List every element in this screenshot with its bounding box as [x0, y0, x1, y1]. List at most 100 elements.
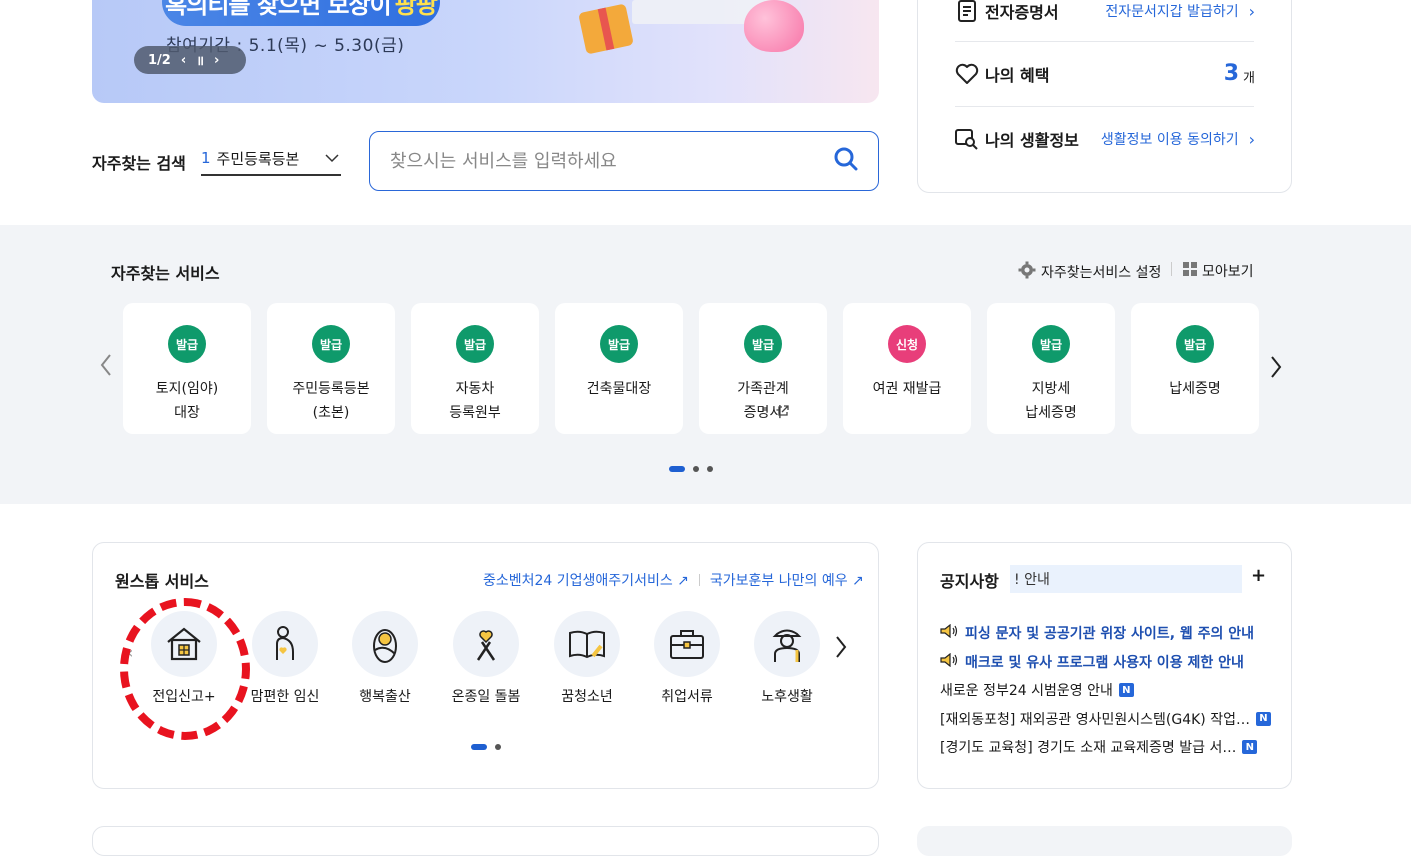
benefit-title: 나의 혜택 — [985, 65, 1050, 85]
onestop-label: 행복출산 — [359, 689, 411, 705]
section-title: 공지사항 — [940, 572, 999, 591]
service-name: 납세증명 — [1169, 381, 1221, 397]
service-name: 지방세 납세증명 — [1025, 381, 1077, 421]
carousel-pagination — [669, 466, 713, 472]
section-title: 원스톱 서비스 — [115, 572, 209, 591]
chevron-down-icon — [325, 149, 339, 167]
service-card[interactable]: 발급 납세증명 — [1131, 303, 1259, 434]
benefit-count[interactable]: 3 — [1224, 61, 1239, 86]
more-plus-icon[interactable]: + — [1251, 565, 1266, 586]
page-dot[interactable] — [495, 744, 501, 750]
banner-controls: 1/2 ‹ ॥ › — [134, 46, 246, 74]
issue-badge: 발급 — [744, 325, 782, 363]
freq-term: 주민등록등본 — [216, 149, 300, 168]
issue-badge: 발급 — [168, 325, 206, 363]
prev-arrow-icon[interactable] — [100, 351, 112, 384]
notice-item[interactable]: 새로운 정부24 시범운영 안내 N — [940, 676, 1275, 705]
service-card[interactable]: 발급 자동차 등록원부 — [411, 303, 539, 434]
gear-icon — [1018, 261, 1036, 283]
my-benefit-row[interactable]: 나의 혜택 3 개 — [955, 61, 1255, 86]
new-badge: N — [1118, 683, 1134, 698]
speaker-icon — [940, 624, 958, 642]
life-info-row[interactable]: 나의 생활정보 생활정보 이용 동의하기 › — [955, 127, 1255, 151]
onestop-item[interactable]: 맘편한 임신 — [235, 611, 335, 706]
chevron-right-icon: › — [1248, 1, 1255, 21]
cert-link[interactable]: 전자문서지갑 발급하기 — [1105, 1, 1238, 21]
prev-icon[interactable]: ‹ — [181, 53, 186, 68]
notice-item[interactable]: [재외동포청] 재외공관 영사민원시스템(G4K) 작업… N — [940, 705, 1275, 734]
service-name: 건축물대장 — [586, 381, 652, 397]
new-badge: N — [1242, 740, 1258, 755]
next-arrow-icon[interactable] — [835, 635, 847, 663]
onestop-label: 온종일 돌봄 — [451, 689, 521, 705]
divider — [955, 41, 1254, 42]
service-name: 주민등록등본 (초본) — [292, 381, 370, 421]
issue-badge: 발급 — [600, 325, 638, 363]
cert-title: 전자증명서 — [985, 3, 1059, 22]
notice-list: 피싱 문자 및 공공기관 위장 사이트, 웹 주의 안내 매크로 및 유사 프로… — [940, 619, 1275, 762]
onestop-links: 중소벤처24 기업생애주기서비스 ↗ 국가보훈부 나만의 예우 ↗ — [483, 570, 864, 590]
onestop-item[interactable]: 노후생활 — [737, 611, 837, 706]
veterans-link[interactable]: 국가보훈부 나만의 예우 ↗ — [710, 570, 864, 590]
search-input[interactable] — [390, 150, 834, 172]
frequent-settings-link[interactable]: 자주찾는서비스 설정 — [1018, 261, 1161, 283]
service-name: 자동차 등록원부 — [449, 381, 501, 421]
heart-icon — [744, 0, 804, 52]
baby-icon — [352, 611, 418, 677]
e-certificate-row[interactable]: 전자증명서 전자문서지갑 발급하기 › — [955, 0, 1255, 23]
divider — [698, 574, 700, 586]
service-card[interactable]: 발급 토지(임야) 대장 — [123, 303, 251, 434]
frequent-services-section: 자주찾는 서비스 자주찾는서비스 설정 모아보기 발급 토지(임야) 대장 발급… — [0, 225, 1411, 504]
life-title: 나의 생활정보 — [985, 131, 1079, 150]
briefcase-icon — [654, 611, 720, 677]
next-side-box — [917, 826, 1292, 856]
page-dot[interactable] — [471, 744, 487, 750]
search-document-icon — [955, 127, 979, 151]
freq-rank: 1 — [201, 149, 211, 167]
frequent-search-dropdown[interactable]: 1 주민등록등본 — [201, 142, 341, 176]
notice-item[interactable]: 매크로 및 유사 프로그램 사용자 이용 제한 안내 — [940, 648, 1275, 677]
service-card[interactable]: 발급 주민등록등본 (초본) — [267, 303, 395, 434]
highlight-circle — [120, 598, 250, 740]
page-dot[interactable] — [707, 466, 713, 472]
page-dot[interactable] — [693, 466, 699, 472]
divider — [955, 106, 1254, 107]
ribbon-heart-icon — [453, 611, 519, 677]
search-icon[interactable] — [834, 147, 858, 175]
issue-badge: 발급 — [1032, 325, 1070, 363]
onestop-label: 취업서류 — [661, 689, 713, 705]
my-info-panel: 전자증명서 전자문서지갑 발급하기 › 나의 혜택 3 개 나의 생활정보 생활… — [917, 0, 1292, 193]
document-icon — [955, 0, 979, 23]
issue-badge: 발급 — [1176, 325, 1214, 363]
onestop-item[interactable]: 꿈청소년 — [537, 611, 637, 706]
page-dot[interactable] — [669, 466, 685, 472]
book-pencil-icon — [554, 611, 620, 677]
service-card[interactable]: 발급 지방세 납세증명 — [987, 303, 1115, 434]
service-card[interactable]: 신청 여권 재발급 — [843, 303, 971, 434]
notice-ticker[interactable]: ! 안내 — [1010, 565, 1242, 593]
life-link[interactable]: 생활정보 이용 동의하기 — [1101, 129, 1239, 149]
view-all-link[interactable]: 모아보기 — [1183, 261, 1254, 281]
elderly-icon — [754, 611, 820, 677]
chevron-right-icon: › — [1248, 129, 1255, 149]
onestop-item[interactable]: 행복출산 — [335, 611, 435, 706]
banner-pager: 1/2 — [148, 52, 171, 68]
issue-badge: 발급 — [312, 325, 350, 363]
notice-item[interactable]: 피싱 문자 및 공공기관 위장 사이트, 웹 주의 안내 — [940, 619, 1275, 648]
next-icon[interactable]: › — [214, 53, 219, 68]
promo-banner[interactable]: 혹의티를 찾으면 보상이 팡팡 참여기간 : 5.1(목) ~ 5.30(금) 1… — [92, 0, 879, 103]
grid-icon — [1183, 262, 1197, 280]
heart-outline-icon — [955, 62, 979, 86]
pause-icon[interactable]: ॥ — [196, 51, 204, 69]
notice-item[interactable]: [경기도 교육청] 경기도 소재 교육제증명 발급 서… N — [940, 733, 1275, 762]
onestop-item[interactable]: 취업서류 — [637, 611, 737, 706]
onestop-item[interactable]: 온종일 돌봄 — [436, 611, 536, 706]
banner-headline: 혹의티를 찾으면 보상이 팡팡 — [162, 0, 440, 26]
service-name: 토지(임야) 대장 — [155, 381, 219, 421]
divider — [1171, 262, 1172, 276]
service-card[interactable]: 발급 건축물대장 — [555, 303, 683, 434]
service-card[interactable]: 발급 가족관계 증명서 — [699, 303, 827, 434]
onestop-label: 꿈청소년 — [561, 689, 613, 705]
sme-lifecycle-link[interactable]: 중소벤처24 기업생애주기서비스 ↗ — [483, 570, 689, 590]
next-arrow-icon[interactable] — [1270, 353, 1282, 386]
